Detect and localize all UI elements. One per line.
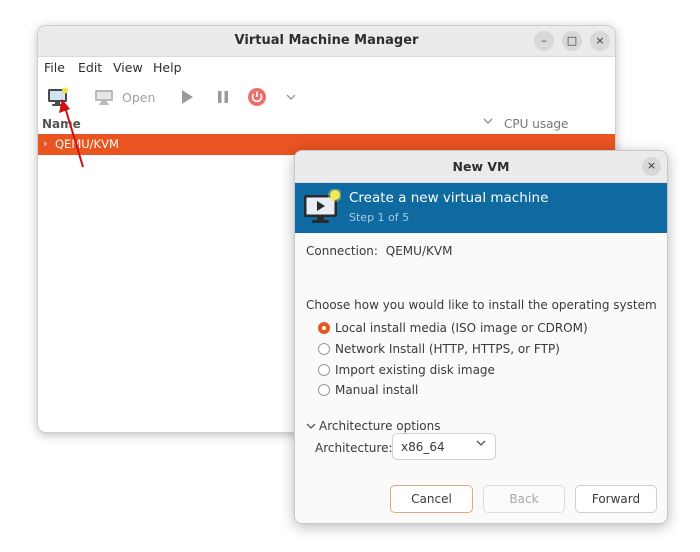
annotation-arrow — [59, 99, 84, 168]
radio-button-selected[interactable] — [318, 322, 330, 334]
connection-info: Connection: QEMU/KVM — [306, 244, 456, 258]
run-button[interactable] — [176, 84, 198, 110]
window-title: Virtual Machine Manager — [234, 33, 419, 48]
toolbar: Open — [38, 80, 615, 114]
radio-label: Network Install (HTTP, HTTPS, or FTP) — [335, 342, 560, 356]
close-button[interactable]: × — [590, 31, 610, 51]
radio-local-install[interactable]: Local install media (ISO image or CDROM) — [318, 319, 588, 337]
radio-button[interactable] — [318, 384, 330, 396]
column-header: Name CPU usage — [38, 114, 615, 134]
banner-step: Step 1 of 5 — [349, 211, 410, 224]
radio-manual-install[interactable]: Manual install — [318, 381, 418, 399]
radio-button[interactable] — [318, 364, 330, 376]
banner-heading: Create a new virtual machine — [349, 190, 549, 206]
architecture-expander-label: Architecture options — [319, 419, 441, 433]
radio-label: Local install media (ISO image or CDROM) — [335, 321, 588, 335]
open-button-label: Open — [122, 89, 156, 105]
pause-button[interactable] — [212, 84, 234, 110]
back-button[interactable]: Back — [483, 485, 565, 513]
chevron-right-icon[interactable]: › — [43, 137, 47, 150]
new-vm-dialog: New VM × Create a new virtual machine St… — [294, 150, 668, 524]
pause-icon — [218, 91, 228, 103]
menu-view[interactable]: View — [113, 60, 143, 75]
dialog-close-button[interactable]: × — [642, 157, 661, 176]
radio-import-disk[interactable]: Import existing disk image — [318, 361, 495, 379]
dialog-banner: Create a new virtual machine Step 1 of 5 — [295, 183, 667, 233]
title-bar: Virtual Machine Manager – □ × — [38, 26, 615, 57]
dialog-title-bar: New VM × — [295, 151, 667, 183]
radio-network-install[interactable]: Network Install (HTTP, HTTPS, or FTP) — [318, 340, 560, 358]
cancel-button[interactable]: Cancel — [390, 485, 473, 513]
power-icon — [248, 88, 266, 106]
minimize-button[interactable]: – — [534, 31, 554, 51]
connection-label: Connection: — [306, 244, 378, 258]
new-vm-icon — [304, 189, 341, 223]
radio-label: Import existing disk image — [335, 363, 495, 377]
architecture-expander[interactable]: Architecture options — [306, 419, 440, 433]
chevron-down-icon — [482, 116, 494, 129]
chevron-down-icon — [476, 439, 486, 450]
dialog-title: New VM — [452, 159, 510, 174]
architecture-value: x86_64 — [401, 440, 445, 454]
open-button[interactable]: Open — [94, 84, 174, 110]
chevron-down-icon — [306, 422, 316, 433]
menu-help[interactable]: Help — [153, 60, 182, 75]
monitor-icon — [95, 90, 113, 105]
architecture-select[interactable]: x86_64 — [392, 433, 496, 460]
menu-bar: File Edit View Help — [38, 57, 615, 79]
menu-edit[interactable]: Edit — [78, 60, 102, 75]
chevron-down-icon — [286, 94, 296, 100]
maximize-button[interactable]: □ — [562, 31, 582, 51]
shutdown-button[interactable] — [246, 84, 268, 110]
radio-button[interactable] — [318, 343, 330, 355]
connection-value: QEMU/KVM — [385, 244, 453, 258]
radio-label: Manual install — [335, 383, 419, 397]
play-icon — [182, 90, 193, 104]
install-prompt: Choose how you would like to install the… — [306, 298, 657, 312]
menu-file[interactable]: File — [44, 60, 65, 75]
column-cpu-usage[interactable]: CPU usage — [504, 117, 568, 131]
architecture-label: Architecture: — [315, 441, 393, 455]
forward-button[interactable]: Forward — [575, 485, 657, 513]
shutdown-menu-button[interactable] — [282, 84, 300, 110]
